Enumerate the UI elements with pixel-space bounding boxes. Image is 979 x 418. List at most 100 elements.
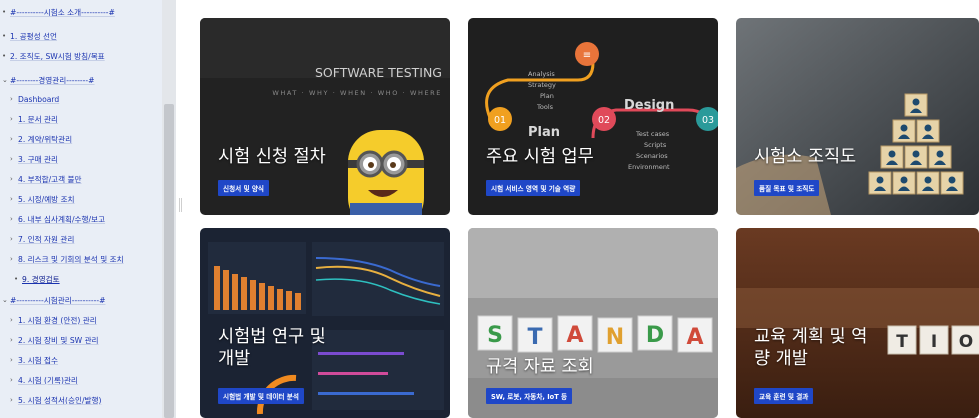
letter-block: O bbox=[951, 325, 979, 355]
chevron-right-icon: › bbox=[10, 235, 13, 243]
sidebar-item[interactable]: › 5. 시험 성적서(승인/발행) bbox=[10, 393, 101, 407]
card-education-planning[interactable]: T I O 교육 계획 및 역 량 개발 교육 훈련 및 결과 bbox=[736, 228, 979, 418]
step-02: 02 bbox=[598, 115, 610, 126]
bullet-icon: • bbox=[2, 32, 7, 40]
sidebar-item[interactable]: › 3. 시험 접수 bbox=[10, 353, 58, 367]
sidebar-item-label: 7. 인적 자원 관리 bbox=[18, 234, 75, 244]
letter-block: T bbox=[887, 325, 917, 355]
card-badge[interactable]: 교육 훈련 및 결과 bbox=[754, 388, 814, 404]
chevron-right-icon: › bbox=[10, 155, 13, 163]
letter-block: S bbox=[477, 315, 513, 351]
card-lab-organization-chart[interactable]: 시험소 조직도 품질 목표 및 조직도 bbox=[736, 18, 979, 215]
person-block bbox=[904, 93, 928, 117]
person-block bbox=[916, 119, 940, 143]
svg-text:Tools: Tools bbox=[536, 103, 554, 111]
svg-text:N: N bbox=[606, 325, 624, 350]
chart-bar bbox=[241, 277, 247, 310]
navigation-tree: • #----------시험소 소개----------# • 1. 공평성 선언 •… bbox=[0, 0, 162, 418]
svg-text:A: A bbox=[686, 325, 703, 350]
card-title-line-2: 개발 bbox=[218, 349, 251, 369]
card-test-application-procedure[interactable]: SOFTWARE TESTING WHAT · WHY · WHEN · WHO… bbox=[200, 18, 450, 215]
sidebar-item[interactable]: • 1. 공평성 선언 bbox=[2, 29, 57, 43]
card-badge[interactable]: 시험법 개발 및 데이터 분석 bbox=[218, 388, 304, 404]
sidebar-item[interactable]: › 7. 인적 자원 관리 bbox=[10, 232, 74, 246]
sidebar-item[interactable]: › 2. 계약/위탁관리 bbox=[10, 132, 72, 146]
sidebar-item-label: 2. 계약/위탁관리 bbox=[18, 134, 73, 144]
card-standards-lookup[interactable]: STANDA 규격 자료 조회 SW, 로봇, 자동차, IoT 등 bbox=[468, 228, 718, 418]
sidebar-item[interactable]: › 1. 시험 환경 (안전) 관리 bbox=[10, 313, 97, 327]
bullet-icon: • bbox=[2, 52, 7, 60]
sidebar-item[interactable]: ⌄ #----------시험관리----------# bbox=[2, 293, 105, 307]
card-badge[interactable]: 신청서 및 양식 bbox=[218, 180, 269, 196]
letter-block: T bbox=[517, 317, 553, 353]
bullet-icon: • bbox=[14, 275, 19, 283]
design-label: Design bbox=[624, 98, 674, 113]
sidebar-item[interactable]: › Dashboard bbox=[10, 92, 59, 106]
art-subheading: WHAT · WHY · WHEN · WHO · WHERE bbox=[272, 89, 442, 97]
svg-text:T: T bbox=[896, 332, 908, 352]
sidebar-item[interactable]: › 3. 구매 관리 bbox=[10, 152, 58, 166]
svg-text:Scripts: Scripts bbox=[644, 141, 667, 149]
card-title: 시험소 조직도 bbox=[754, 147, 857, 167]
chevron-right-icon: › bbox=[10, 95, 13, 103]
chart-bar bbox=[268, 286, 274, 310]
sidebar-item-label: 4. 시험 (기록)관리 bbox=[18, 375, 78, 385]
svg-text:D: D bbox=[646, 323, 664, 348]
sidebar-navigation: • #----------시험소 소개----------# • 1. 공평성 선언 •… bbox=[0, 0, 176, 418]
svg-text:Analysis: Analysis bbox=[528, 70, 555, 78]
person-block bbox=[868, 171, 892, 195]
chevron-right-icon: › bbox=[10, 316, 13, 324]
art-heading: SOFTWARE TESTING bbox=[315, 65, 442, 80]
chevron-right-icon: › bbox=[10, 336, 13, 344]
step-01: 01 bbox=[494, 115, 506, 126]
chart-bar bbox=[214, 266, 220, 310]
chevron-right-icon: › bbox=[10, 356, 13, 364]
sidebar-item-label: 1. 공평성 선언 bbox=[10, 31, 58, 41]
bullet-icon: • bbox=[2, 8, 7, 16]
sidebar-item-label: Dashboard bbox=[18, 94, 60, 104]
sidebar-item-label: 4. 부적합/고객 불만 bbox=[18, 174, 82, 184]
sidebar-item[interactable]: ⌄ #--------경영관리--------# bbox=[2, 73, 95, 87]
sidebar-item-label: 2. 조직도, SW시험 방침/목표 bbox=[10, 51, 105, 61]
card-badge[interactable]: SW, 로봇, 자동차, IoT 등 bbox=[486, 388, 573, 404]
svg-text:S: S bbox=[487, 323, 503, 348]
chart-bar bbox=[250, 280, 256, 310]
sidebar-scrollbar-thumb[interactable] bbox=[164, 104, 174, 418]
sidebar-item[interactable]: • #----------시험소 소개----------# bbox=[2, 5, 115, 19]
sidebar-item[interactable]: › 4. 부적합/고객 불만 bbox=[10, 172, 82, 186]
letter-block: A bbox=[677, 317, 713, 353]
card-title: 규격 자료 조회 bbox=[486, 357, 594, 377]
chevron-down-icon: ⌄ bbox=[2, 76, 8, 84]
sidebar-item[interactable]: › 8. 리스크 및 기회의 분석 및 조치 bbox=[10, 252, 124, 266]
chevron-down-icon: ⌄ bbox=[2, 296, 8, 304]
sidebar-item-label: 8. 리스크 및 기회의 분석 및 조치 bbox=[18, 254, 124, 264]
chevron-right-icon: › bbox=[10, 135, 13, 143]
svg-text:I: I bbox=[931, 332, 937, 352]
chevron-right-icon: › bbox=[10, 175, 13, 183]
chevron-right-icon: › bbox=[10, 195, 13, 203]
card-main-test-services[interactable]: ≡ Analysis Strategy Plan Tools Plan Desi… bbox=[468, 18, 718, 215]
card-title: 시험 신청 절차 bbox=[218, 147, 326, 167]
person-block bbox=[928, 145, 952, 169]
sidebar-item[interactable]: › 4. 시험 (기록)관리 bbox=[10, 373, 78, 387]
sidebar-item[interactable]: › 5. 시정/예방 조치 bbox=[10, 192, 75, 206]
card-badge[interactable]: 품질 목표 및 조직도 bbox=[754, 180, 820, 196]
sidebar-item[interactable]: › 6. 내부 심사계획/수행/보고 bbox=[10, 212, 105, 226]
card-title: 시험법 연구 및 개발 bbox=[218, 326, 326, 370]
person-block bbox=[904, 145, 928, 169]
card-test-method-research[interactable]: 시험법 연구 및 개발 시험법 개발 및 데이터 분석 bbox=[200, 228, 450, 418]
chart-bar bbox=[295, 293, 301, 310]
person-block bbox=[892, 119, 916, 143]
sidebar-item[interactable]: • 9. 경영검토 bbox=[14, 272, 60, 286]
card-badge[interactable]: 시험 서비스 영역 및 기술 역량 bbox=[486, 180, 581, 196]
sidebar-item[interactable]: • 2. 조직도, SW시험 방침/목표 bbox=[2, 49, 105, 63]
sidebar-item-label: 5. 시정/예방 조치 bbox=[18, 194, 75, 204]
sidebar-item[interactable]: › 2. 시험 장비 및 SW 관리 bbox=[10, 333, 99, 347]
plan-label: Plan bbox=[528, 125, 560, 140]
person-block bbox=[940, 171, 964, 195]
chevron-right-icon: › bbox=[10, 115, 13, 123]
svg-text:Plan: Plan bbox=[540, 92, 554, 100]
sidebar-item[interactable]: › 1. 문서 관리 bbox=[10, 112, 58, 126]
svg-text:Scenarios: Scenarios bbox=[636, 152, 668, 160]
chevron-right-icon: › bbox=[10, 255, 13, 263]
